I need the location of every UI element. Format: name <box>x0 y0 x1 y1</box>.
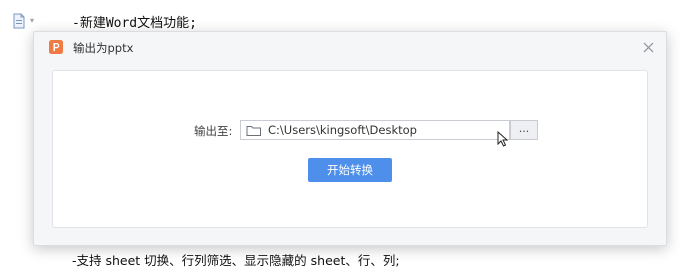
chevron-down-icon: ▾ <box>30 16 35 25</box>
wps-presentation-icon <box>48 39 64 55</box>
document-text-line: -支持 sheet 切换、行列筛选、显示隐藏的 sheet、行、列; <box>72 253 400 268</box>
output-to-label: 输出至: <box>194 124 233 138</box>
document-icon <box>12 13 26 29</box>
export-pptx-dialog: 输出为pptx 输出至: C:\Users\kingsoft\Desktop .… <box>33 31 667 246</box>
browse-button[interactable]: ... <box>510 120 538 140</box>
dialog-title: 输出为pptx <box>73 41 134 55</box>
output-path-value: C:\Users\kingsoft\Desktop <box>268 123 417 137</box>
output-path-field[interactable]: C:\Users\kingsoft\Desktop <box>240 120 510 140</box>
dialog-titlebar[interactable]: 输出为pptx <box>34 32 666 62</box>
mouse-cursor-icon <box>497 131 509 147</box>
close-button[interactable] <box>638 37 658 57</box>
document-text-line: -新建Word文档功能; <box>72 16 197 31</box>
close-icon <box>643 42 654 53</box>
folder-icon <box>246 123 262 137</box>
dialog-content-panel: 输出至: C:\Users\kingsoft\Desktop ... 开始转换 <box>52 70 648 228</box>
document-type-selector[interactable]: ▾ <box>12 12 34 30</box>
start-conversion-button[interactable]: 开始转换 <box>308 158 392 182</box>
